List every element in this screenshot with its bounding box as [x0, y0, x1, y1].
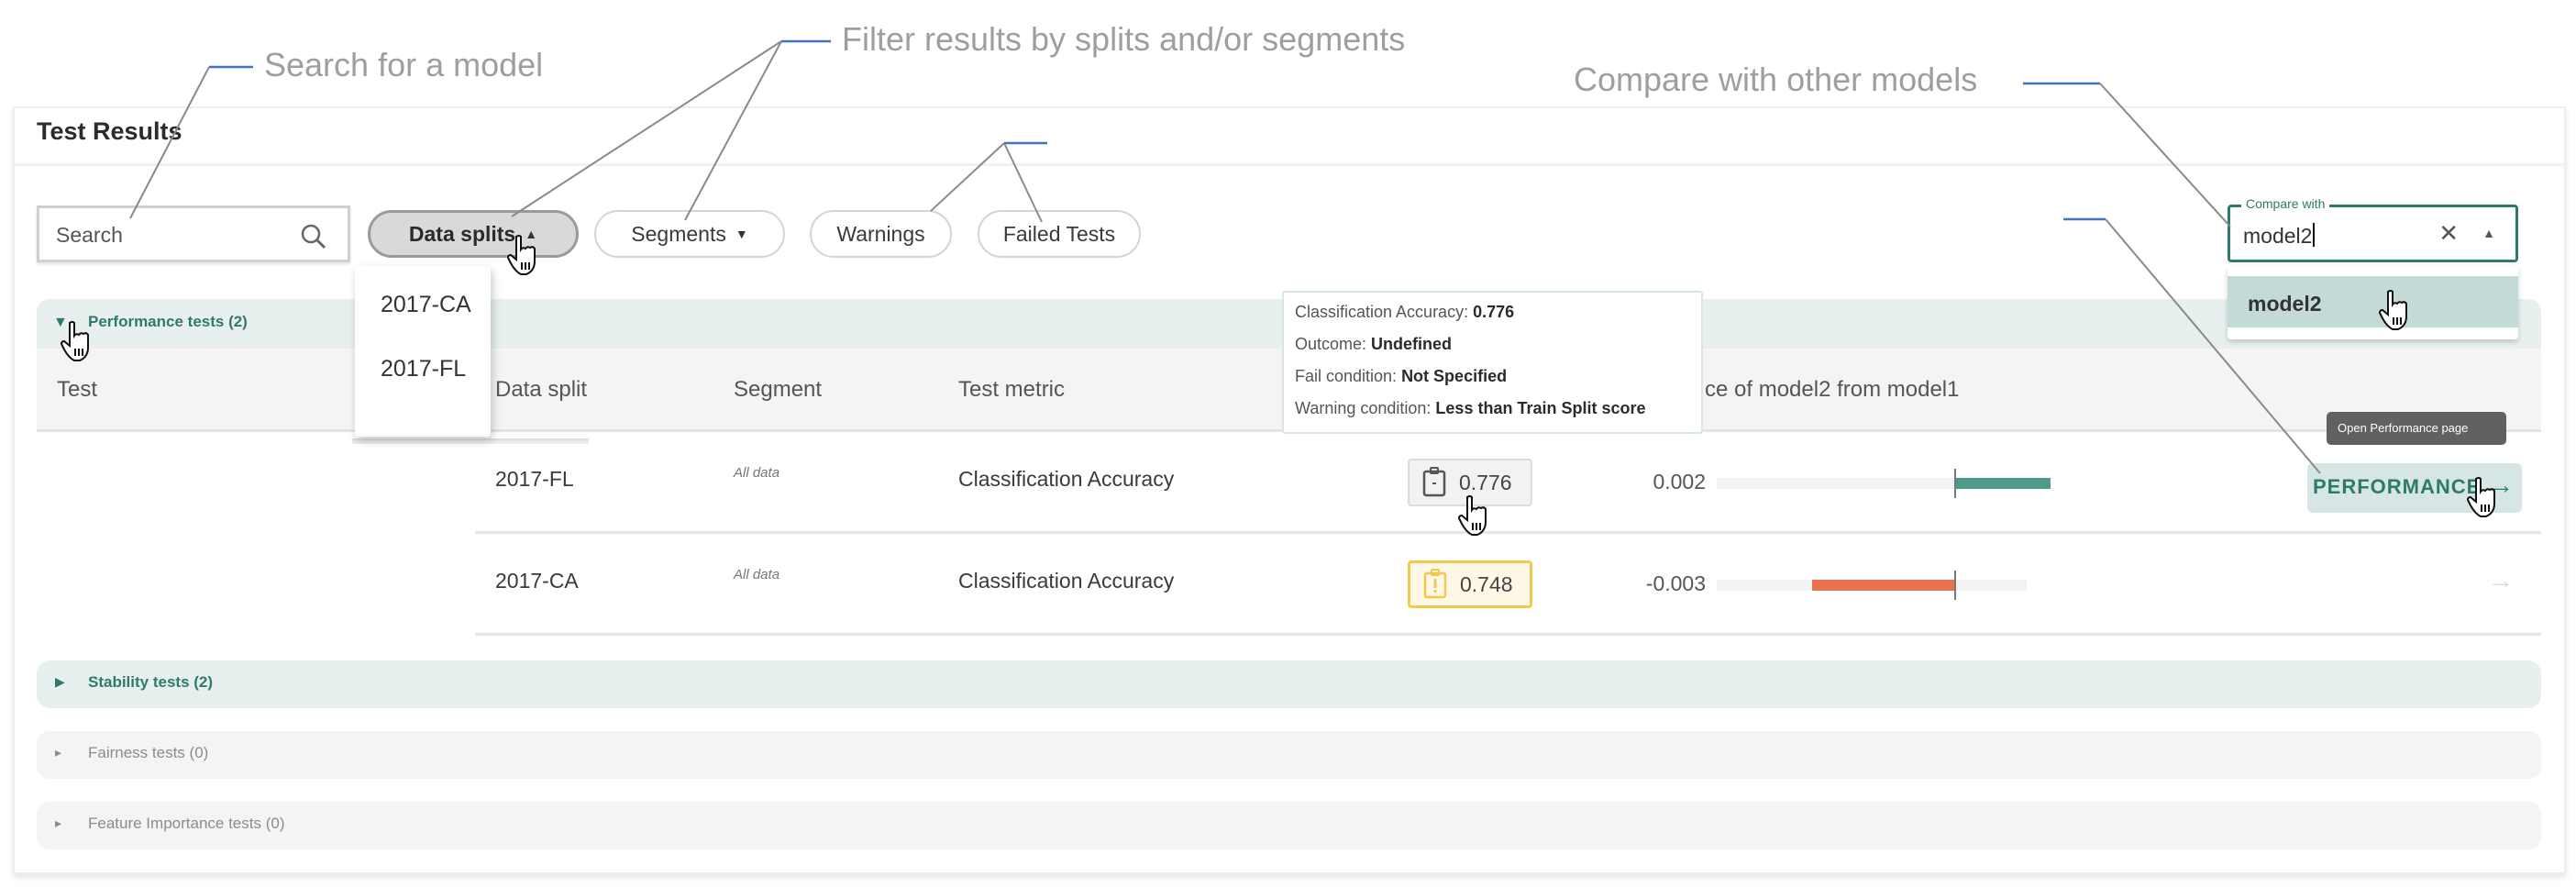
- dropdown-shadow: [352, 438, 589, 444]
- segments-chip[interactable]: Segments ▼: [594, 210, 785, 258]
- caret-down-icon: ▼: [735, 227, 748, 241]
- column-header-test: Test: [57, 377, 98, 402]
- data-split-cell: 2017-FL: [495, 467, 574, 491]
- score-value: 0.776: [1459, 470, 1512, 494]
- tooltip-value: 0.776: [1473, 303, 1515, 321]
- column-header-segment: Segment: [734, 377, 823, 402]
- hand-cursor-icon: [507, 235, 536, 275]
- metric-cell: Classification Accuracy: [958, 569, 1175, 593]
- caret-up-icon[interactable]: ▲: [2482, 226, 2495, 240]
- caret-right-icon[interactable]: ▶: [55, 674, 65, 690]
- compare-with-dropdown: model2: [2228, 266, 2518, 339]
- column-header-difference: ce of model2 from model1: [1705, 377, 1960, 402]
- hand-cursor-icon: [2379, 290, 2407, 330]
- tooltip-line: Outcome: Undefined: [1295, 335, 1701, 367]
- tooltip-line: Fail condition: Not Specified: [1295, 367, 1701, 399]
- score-value: 0.748: [1460, 571, 1513, 596]
- action-tooltip: Open Performance page: [2327, 412, 2506, 445]
- difference-bar: [1812, 580, 1955, 591]
- segment-cell: All data: [734, 567, 780, 582]
- section-fairness-tests[interactable]: ▸ Fairness tests (0): [37, 731, 2541, 779]
- score-badge-warning[interactable]: 0.748: [1408, 560, 1532, 608]
- difference-value: 0.002: [1653, 470, 1706, 493]
- segments-label: Segments: [631, 221, 726, 246]
- clipboard-warning-icon: [1423, 569, 1447, 599]
- data-split-cell: 2017-CA: [495, 569, 579, 593]
- tooltip-line: Classification Accuracy: 0.776: [1295, 303, 1701, 335]
- annotation-filter: Filter results by splits and/or segments: [842, 20, 1406, 58]
- data-splits-chip[interactable]: Data splits ▲: [368, 210, 579, 258]
- metric-cell: Classification Accuracy: [958, 467, 1175, 491]
- section-title: Stability tests (2): [88, 673, 214, 691]
- score-tooltip: Classification Accuracy: 0.776 Outcome: …: [1282, 291, 1703, 434]
- failed-tests-toggle[interactable]: Failed Tests: [978, 210, 1141, 258]
- difference-bar-track: [1717, 571, 2027, 600]
- caret-right-icon[interactable]: ▸: [55, 815, 61, 831]
- hand-cursor-icon: [61, 321, 89, 361]
- tooltip-value: Not Specified: [1401, 367, 1508, 385]
- difference-zero-line: [1954, 571, 1956, 600]
- data-splits-dropdown: 2017-CA 2017-FL: [355, 266, 491, 437]
- segment-cell: All data: [734, 465, 780, 481]
- tooltip-value: Less than Train Split score: [1435, 399, 1646, 417]
- card-title: Test Results: [37, 117, 182, 145]
- annotation-search: Search for a model: [264, 46, 544, 83]
- section-title: Feature Importance tests (0): [88, 815, 285, 832]
- clipboard-icon: [1422, 467, 1446, 497]
- arrow-right-icon[interactable]: →: [2488, 566, 2514, 595]
- warnings-label: Warnings: [836, 221, 925, 246]
- compare-with-label: Compare with: [2241, 196, 2330, 211]
- difference-zero-line: [1954, 469, 1956, 498]
- tooltip-label: Classification Accuracy:: [1295, 303, 1474, 321]
- hand-cursor-icon: [1458, 495, 1487, 536]
- section-title: Performance tests (2): [88, 313, 248, 330]
- difference-bar-track: [1717, 469, 2051, 498]
- tooltip-label: Outcome:: [1295, 335, 1372, 353]
- clear-icon[interactable]: ✕: [2438, 219, 2459, 248]
- data-split-option[interactable]: 2017-FL: [381, 356, 466, 383]
- tooltip-label: Warning condition:: [1295, 399, 1436, 417]
- search-input[interactable]: [56, 221, 294, 249]
- search-field[interactable]: [37, 205, 350, 262]
- annotation-compare: Compare with other models: [1574, 61, 1978, 98]
- caret-right-icon[interactable]: ▸: [55, 745, 61, 760]
- performance-button-label: PERFORMANCE: [2313, 475, 2482, 498]
- tooltip-line: Warning condition: Less than Train Split…: [1295, 399, 1701, 431]
- failed-tests-label: Failed Tests: [1002, 221, 1116, 246]
- card-divider: [15, 163, 2564, 166]
- section-stability-tests[interactable]: ▶ Stability tests (2): [37, 660, 2541, 708]
- compare-with-input[interactable]: model2: [2243, 223, 2315, 249]
- tooltip-value: Undefined: [1371, 335, 1453, 353]
- search-icon[interactable]: [298, 221, 329, 252]
- data-split-option[interactable]: 2017-CA: [381, 292, 471, 318]
- compare-option-model2[interactable]: model2: [2228, 276, 2518, 327]
- column-header-data-split: Data split: [495, 377, 588, 402]
- section-feature-importance-tests[interactable]: ▸ Feature Importance tests (0): [37, 802, 2541, 849]
- warnings-toggle[interactable]: Warnings: [810, 210, 952, 258]
- section-title: Fairness tests (0): [88, 744, 209, 761]
- data-splits-label: Data splits: [408, 221, 516, 246]
- difference-bar: [1955, 478, 2051, 489]
- hand-cursor-icon: [2467, 477, 2495, 517]
- column-header-test-metric: Test metric: [958, 377, 1066, 402]
- difference-value: -0.003: [1645, 571, 1706, 595]
- compare-with-select[interactable]: Compare with model2 ✕ ▲: [2228, 196, 2518, 262]
- tooltip-label: Fail condition:: [1295, 367, 1402, 385]
